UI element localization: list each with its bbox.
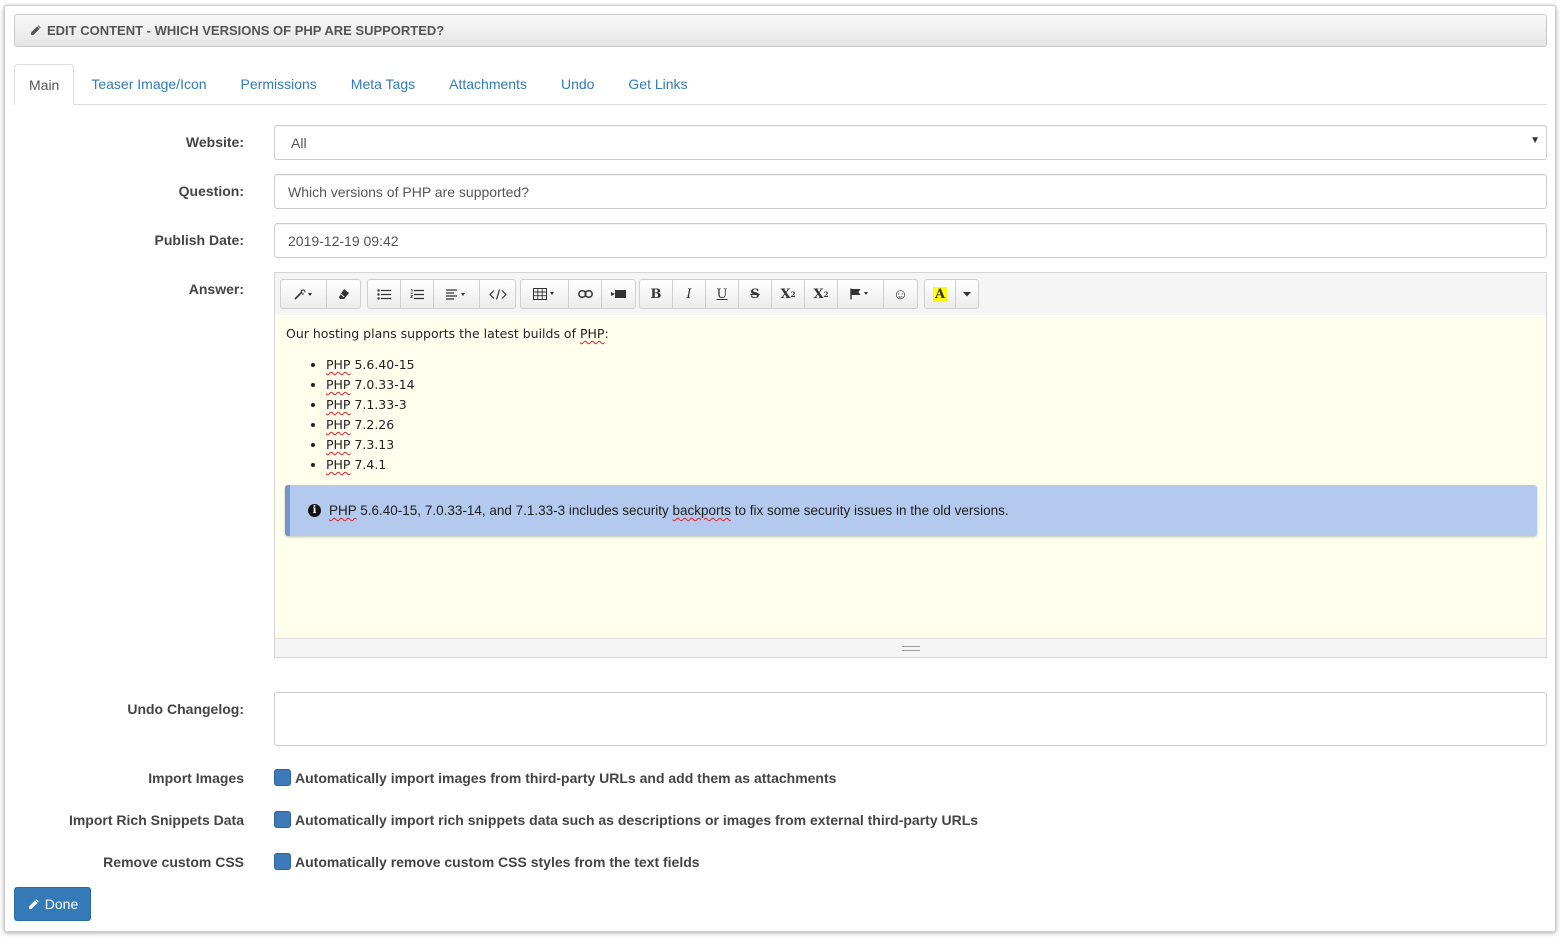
editor-toolbar: B I U S X2 X2 ☺ A	[275, 273, 1546, 316]
font-style-group: B I U S X2 X2 ☺	[639, 279, 918, 309]
done-button[interactable]: Done	[14, 887, 91, 921]
php-version: 5.6.40-15	[350, 357, 415, 372]
pencil-icon	[28, 898, 39, 909]
info-callout: i PHP 5.6.40-15, 7.0.33-14, and 7.1.33-3…	[285, 485, 1537, 536]
question-label: Question:	[178, 183, 244, 199]
import-rich-snippets-checkbox[interactable]	[274, 811, 291, 828]
grip-icon	[901, 645, 920, 651]
php-word: PHP	[326, 457, 351, 472]
answer-content-area[interactable]: Our hosting plans supports the latest bu…	[275, 315, 1546, 639]
list-item: PHP 7.3.13	[326, 435, 415, 455]
more-options-icon[interactable]	[956, 280, 978, 308]
php-word: PHP	[326, 377, 351, 392]
remove-custom-css-text: Automatically remove custom CSS styles f…	[295, 853, 700, 870]
import-images-text: Automatically import images from third-p…	[295, 769, 837, 786]
php-version: 7.4.1	[350, 457, 387, 472]
tab-get-links[interactable]: Get Links	[611, 64, 704, 104]
website-select[interactable]: All ▼	[274, 125, 1547, 160]
code-view-icon[interactable]	[480, 280, 515, 308]
undo-changelog-label: Undo Changelog:	[127, 701, 244, 717]
undo-changelog-textarea[interactable]	[274, 692, 1547, 746]
intro-text: Our hosting plans supports the latest bu…	[286, 326, 580, 341]
remove-custom-css-label: Remove custom CSS	[103, 854, 244, 870]
list-group	[367, 279, 516, 309]
tab-main[interactable]: Main	[14, 64, 75, 105]
php-word: PHP	[326, 417, 351, 432]
ordered-list-icon[interactable]	[401, 280, 434, 308]
callout-text: PHP 5.6.40-15, 7.0.33-14, and 7.1.33-3 i…	[329, 503, 1009, 518]
answer-intro: Our hosting plans supports the latest bu…	[286, 326, 609, 341]
underline-icon[interactable]: U	[706, 280, 739, 308]
superscript-icon[interactable]: X2	[772, 280, 805, 308]
import-images-option[interactable]: Automatically import images from third-p…	[274, 769, 836, 786]
publish-date-label: Publish Date:	[154, 232, 244, 248]
import-images-checkbox[interactable]	[274, 769, 291, 786]
question-input[interactable]: Which versions of PHP are supported?	[274, 174, 1547, 209]
subscript-icon[interactable]: X2	[805, 280, 838, 308]
video-icon[interactable]	[602, 280, 635, 308]
tab-permissions[interactable]: Permissions	[224, 64, 334, 104]
website-label: Website:	[185, 134, 244, 150]
intro-php-word: PHP	[579, 326, 605, 341]
intro-suffix: :	[604, 326, 609, 341]
emoji-icon[interactable]: ☺	[884, 280, 917, 308]
chevron-down-icon: ▼	[1530, 135, 1540, 146]
color-group: A	[924, 279, 979, 309]
tab-bar: Main Teaser Image/Icon Permissions Meta …	[14, 64, 1547, 105]
answer-rich-text-editor: B I U S X2 X2 ☺ A Our hosting plans supp…	[274, 272, 1547, 658]
publish-date-input[interactable]: 2019-12-19 09:42	[274, 223, 1547, 258]
strikethrough-icon[interactable]: S	[739, 280, 772, 308]
php-word: PHP	[326, 397, 351, 412]
php-word: PHP	[326, 357, 351, 372]
link-icon[interactable]	[569, 280, 602, 308]
import-images-label: Import Images	[148, 770, 244, 786]
pencil-icon	[31, 25, 41, 35]
php-version: 7.3.13	[350, 437, 395, 452]
table-icon[interactable]	[521, 280, 569, 308]
list-item: PHP 5.6.40-15	[326, 355, 415, 375]
modal-title: Edit Content - Which versions of PHP are…	[47, 23, 445, 38]
tab-attachments[interactable]: Attachments	[432, 64, 544, 104]
list-item: PHP 7.0.33-14	[326, 375, 415, 395]
import-rich-snippets-label: Import Rich Snippets Data	[68, 812, 244, 828]
list-item: PHP 7.2.26	[326, 415, 415, 435]
insert-group	[520, 279, 636, 309]
callout-php-word: PHP	[329, 503, 357, 518]
php-version: 7.0.33-14	[350, 377, 415, 392]
php-version-list: PHP 5.6.40-15 PHP 7.0.33-14 PHP 7.1.33-3…	[308, 355, 415, 475]
php-version: 7.1.33-3	[350, 397, 407, 412]
magic-wand-icon[interactable]	[281, 280, 327, 308]
modal-title-bar: Edit Content - Which versions of PHP are…	[14, 14, 1547, 47]
style-group	[280, 279, 361, 309]
website-select-value: All	[291, 134, 307, 151]
align-icon[interactable]	[434, 280, 480, 308]
list-item: PHP 7.1.33-3	[326, 395, 415, 415]
list-item: PHP 7.4.1	[326, 455, 415, 475]
bold-icon[interactable]: B	[640, 280, 673, 308]
info-icon: i	[308, 504, 321, 517]
italic-icon[interactable]: I	[673, 280, 706, 308]
editor-resize-handle[interactable]	[275, 638, 1546, 657]
remove-custom-css-checkbox[interactable]	[274, 853, 291, 870]
tab-undo[interactable]: Undo	[544, 64, 611, 104]
callout-part2: to fix some security issues in the old v…	[731, 503, 1009, 518]
done-label: Done	[44, 896, 79, 912]
import-rich-snippets-text: Automatically import rich snippets data …	[295, 811, 979, 828]
callout-part1: 5.6.40-15, 7.0.33-14, and 7.1.33-3 inclu…	[356, 503, 673, 518]
answer-label: Answer:	[188, 281, 244, 297]
php-word: PHP	[326, 437, 351, 452]
tab-teaser-image[interactable]: Teaser Image/Icon	[74, 64, 223, 104]
php-version: 7.2.26	[350, 417, 395, 432]
remove-custom-css-option[interactable]: Automatically remove custom CSS styles f…	[274, 853, 700, 870]
eraser-icon[interactable]	[327, 280, 360, 308]
tab-meta-tags[interactable]: Meta Tags	[334, 64, 432, 104]
highlight-icon[interactable]: A	[925, 280, 956, 308]
flag-icon[interactable]	[838, 280, 884, 308]
callout-backports-word: backports	[672, 503, 731, 518]
import-rich-snippets-option[interactable]: Automatically import rich snippets data …	[274, 811, 978, 828]
unordered-list-icon[interactable]	[368, 280, 401, 308]
